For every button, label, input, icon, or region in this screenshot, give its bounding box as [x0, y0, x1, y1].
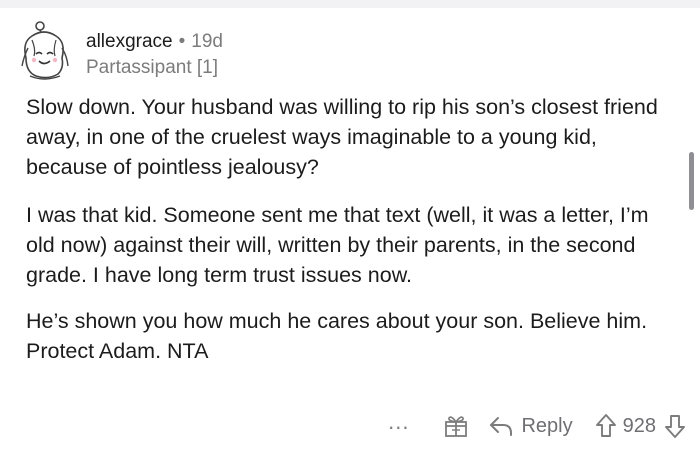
more-options-button[interactable]: ... [388, 411, 409, 435]
reply-button[interactable]: Reply [489, 414, 573, 438]
author-username[interactable]: allexgrace [86, 30, 173, 54]
upvote-arrow-icon [595, 414, 616, 437]
comment-age: 19d [191, 31, 223, 52]
user-flair: Partassipant [1] [86, 57, 219, 78]
top-divider-strip [0, 0, 700, 8]
comment-meta: allexgrace • 19d Partassipant [1] [86, 30, 223, 80]
reply-label: Reply [521, 414, 573, 437]
comment-paragraph-1: Slow down. Your husband was willing to r… [26, 95, 658, 179]
gift-icon [445, 416, 468, 437]
meta-separator: • [178, 31, 186, 52]
comment-paragraph-3: He’s shown you how much he cares about y… [26, 309, 648, 363]
avatar[interactable] [18, 20, 72, 82]
comment-body: Slow down. Your husband was willing to r… [26, 92, 676, 384]
vote-score: 928 [622, 414, 656, 437]
downvote-arrow-icon [665, 415, 685, 438]
comment-actions: ... Reply 928 [388, 408, 686, 444]
scrollbar-thumb[interactable] [689, 152, 694, 210]
reply-arrow-icon [490, 417, 513, 436]
award-button[interactable] [443, 413, 469, 439]
comment-paragraph-2: I was that kid. Someone sent me that tex… [26, 203, 649, 287]
downvote-button[interactable] [664, 413, 686, 439]
snoo-avatar-icon [21, 21, 69, 80]
upvote-button[interactable] [595, 413, 617, 439]
